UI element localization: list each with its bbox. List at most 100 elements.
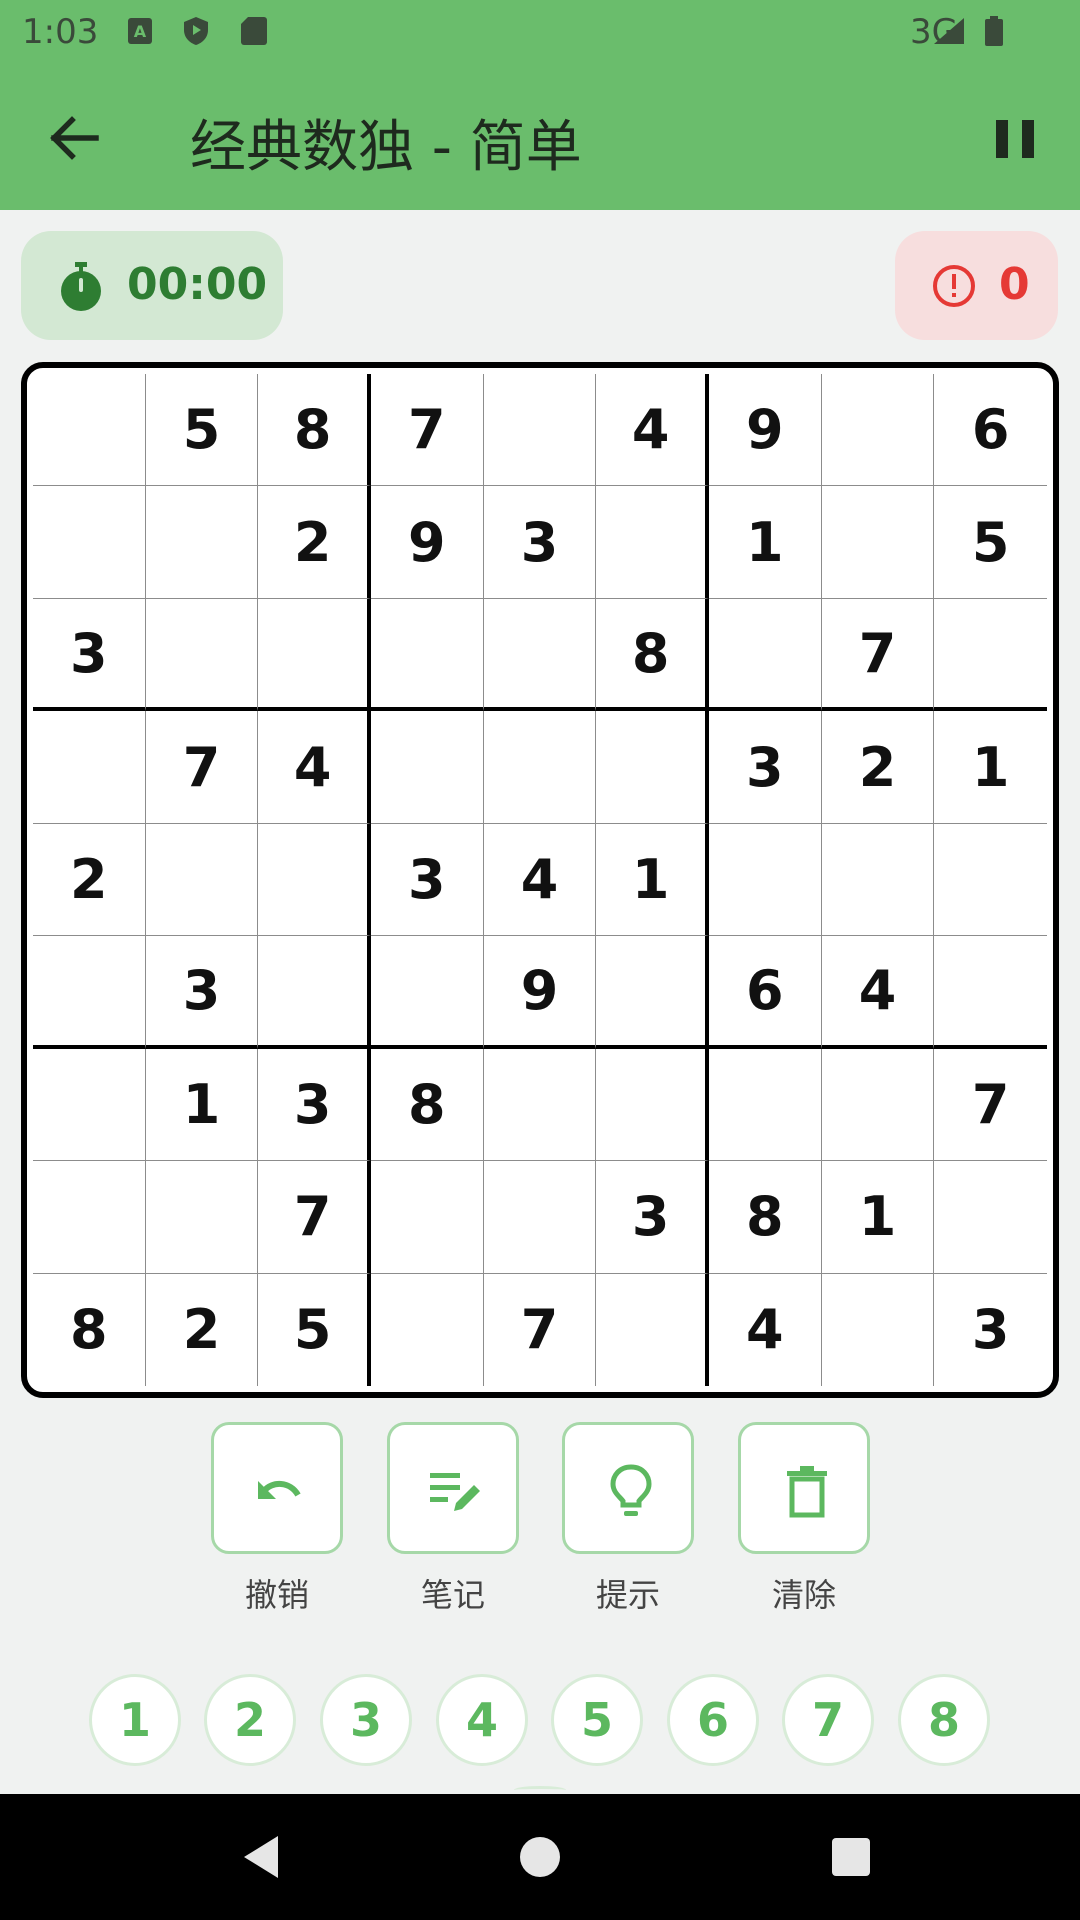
sudoku-cell-r2c8[interactable] [821, 486, 935, 599]
sudoku-cell-r8c6[interactable]: 3 [596, 1161, 709, 1274]
sudoku-cell-r4c8[interactable]: 2 [821, 711, 935, 824]
sudoku-cell-r9c9[interactable]: 3 [934, 1274, 1047, 1386]
sudoku-cell-r9c8[interactable] [822, 1273, 935, 1386]
sudoku-cell-r7c8[interactable] [821, 1048, 935, 1162]
sudoku-cell-r5c1[interactable]: 2 [33, 823, 146, 937]
sudoku-cell-r2c7[interactable]: 1 [708, 486, 822, 599]
sudoku-cell-r5c6[interactable]: 1 [596, 823, 709, 937]
sudoku-cell-r3c7[interactable] [708, 598, 822, 712]
sudoku-cell-r6c8[interactable]: 4 [821, 936, 935, 1049]
sudoku-cell-r7c6[interactable] [596, 1048, 709, 1162]
sudoku-cell-r8c3[interactable]: 7 [258, 1161, 371, 1274]
sudoku-cell-r5c5[interactable]: 4 [483, 823, 597, 937]
sudoku-cell-r6c1[interactable] [33, 936, 146, 1049]
sudoku-cell-r4c6[interactable] [596, 711, 709, 824]
number-button-6[interactable]: 6 [667, 1674, 759, 1766]
sudoku-cell-r1c1[interactable] [33, 374, 146, 487]
sudoku-cell-r1c2[interactable]: 5 [145, 374, 259, 487]
sudoku-cell-r7c2[interactable]: 1 [145, 1048, 259, 1162]
sudoku-cell-r5c9[interactable] [934, 824, 1047, 937]
nav-back-icon[interactable] [236, 1830, 290, 1884]
sudoku-cell-r8c5[interactable] [483, 1161, 597, 1274]
sudoku-cell-r4c2[interactable]: 7 [145, 711, 259, 824]
clear-button[interactable] [738, 1422, 870, 1554]
hint-button[interactable] [562, 1422, 694, 1554]
back-arrow-icon[interactable] [44, 108, 104, 168]
sudoku-cell-r4c9[interactable]: 1 [934, 711, 1047, 824]
sudoku-cell-r1c3[interactable]: 8 [258, 374, 371, 487]
nav-home-icon[interactable] [513, 1830, 567, 1884]
sudoku-cell-r9c2[interactable]: 2 [146, 1273, 259, 1386]
sudoku-cell-r5c7[interactable] [708, 823, 822, 937]
sudoku-cell-r6c6[interactable] [596, 936, 709, 1049]
number-button-1[interactable]: 1 [89, 1674, 181, 1766]
sudoku-cell-r1c6[interactable]: 4 [596, 374, 709, 487]
sudoku-cell-r2c1[interactable] [33, 486, 146, 599]
sudoku-cell-r8c8[interactable]: 1 [821, 1161, 935, 1274]
sudoku-cell-r2c2[interactable] [145, 486, 259, 599]
sudoku-cell-r7c4[interactable]: 8 [370, 1048, 484, 1162]
sudoku-cell-r5c8[interactable] [821, 823, 935, 937]
sudoku-cell-r8c9[interactable] [934, 1161, 1047, 1274]
sudoku-cell-r8c1[interactable] [33, 1161, 146, 1274]
sudoku-cell-r4c5[interactable] [483, 711, 597, 824]
sudoku-cell-r9c6[interactable] [596, 1273, 709, 1386]
number-button-8[interactable]: 8 [898, 1674, 990, 1766]
sudoku-cell-r5c4[interactable]: 3 [370, 823, 484, 937]
nav-recents-icon[interactable] [824, 1830, 878, 1884]
sudoku-cell-r6c2[interactable]: 3 [145, 936, 259, 1049]
sudoku-cell-r7c1[interactable] [33, 1048, 146, 1162]
sudoku-cell-r6c7[interactable]: 6 [708, 936, 822, 1049]
number-button-3[interactable]: 3 [320, 1674, 412, 1766]
sudoku-cell-r9c4[interactable] [371, 1273, 484, 1386]
sudoku-cell-r3c4[interactable] [370, 598, 484, 712]
sudoku-cell-r2c4[interactable]: 9 [370, 486, 484, 599]
sudoku-cell-r8c2[interactable] [145, 1161, 259, 1274]
sudoku-cell-r4c4[interactable] [370, 711, 484, 824]
sudoku-cell-r2c9[interactable]: 5 [934, 486, 1047, 599]
sudoku-cell-r5c3[interactable] [258, 823, 371, 937]
sudoku-cell-r4c1[interactable] [33, 711, 146, 824]
sudoku-cell-r3c5[interactable] [483, 598, 597, 712]
sudoku-cell-r7c9[interactable]: 7 [934, 1049, 1047, 1162]
undo-button[interactable] [211, 1422, 343, 1554]
number-button-7[interactable]: 7 [782, 1674, 874, 1766]
sudoku-cell-r3c1[interactable]: 3 [33, 598, 146, 712]
sudoku-cell-r1c5[interactable] [483, 374, 597, 487]
sudoku-cell-r8c4[interactable] [370, 1161, 484, 1274]
sudoku-cell-r7c3[interactable]: 3 [258, 1048, 371, 1162]
sudoku-cell-r8c7[interactable]: 8 [708, 1161, 822, 1274]
sudoku-cell-r3c8[interactable]: 7 [821, 598, 935, 712]
sudoku-cell-r2c5[interactable]: 3 [483, 486, 597, 599]
sudoku-cell-r6c3[interactable] [258, 936, 371, 1049]
sudoku-cell-r1c8[interactable] [821, 374, 935, 487]
number-button-5[interactable]: 5 [551, 1674, 643, 1766]
number-button-2[interactable]: 2 [204, 1674, 296, 1766]
sudoku-cell-r9c5[interactable]: 7 [484, 1273, 597, 1386]
error-count: 0 [999, 259, 1030, 310]
sudoku-cell-r3c3[interactable] [258, 598, 371, 712]
sudoku-cell-r1c7[interactable]: 9 [708, 374, 822, 487]
sudoku-cell-r2c3[interactable]: 2 [258, 486, 371, 599]
notes-button[interactable] [387, 1422, 519, 1554]
sudoku-cell-r9c3[interactable]: 5 [258, 1273, 371, 1386]
sudoku-cell-r1c9[interactable]: 6 [934, 374, 1047, 487]
sudoku-cell-r4c3[interactable]: 4 [258, 711, 371, 824]
sudoku-cell-r9c1[interactable]: 8 [33, 1273, 146, 1386]
sudoku-cell-r9c7[interactable]: 4 [709, 1273, 822, 1386]
sudoku-cell-r7c5[interactable] [483, 1048, 597, 1162]
sudoku-cell-r3c2[interactable] [145, 598, 259, 712]
number-button-4[interactable]: 4 [436, 1674, 528, 1766]
sudoku-cell-r7c7[interactable] [708, 1048, 822, 1162]
sudoku-cell-r4c7[interactable]: 3 [708, 711, 822, 824]
sudoku-cell-r6c9[interactable] [934, 936, 1047, 1049]
sudoku-cell-r6c4[interactable] [370, 936, 484, 1049]
number-button-peek[interactable] [514, 1786, 566, 1794]
sudoku-cell-r2c6[interactable] [596, 486, 709, 599]
sudoku-cell-r3c6[interactable]: 8 [596, 598, 709, 712]
sudoku-cell-r6c5[interactable]: 9 [483, 936, 597, 1049]
sudoku-cell-r3c9[interactable] [934, 599, 1047, 712]
sudoku-cell-r5c2[interactable] [145, 823, 259, 937]
sudoku-cell-r1c4[interactable]: 7 [370, 374, 484, 487]
pause-icon[interactable] [990, 114, 1040, 164]
